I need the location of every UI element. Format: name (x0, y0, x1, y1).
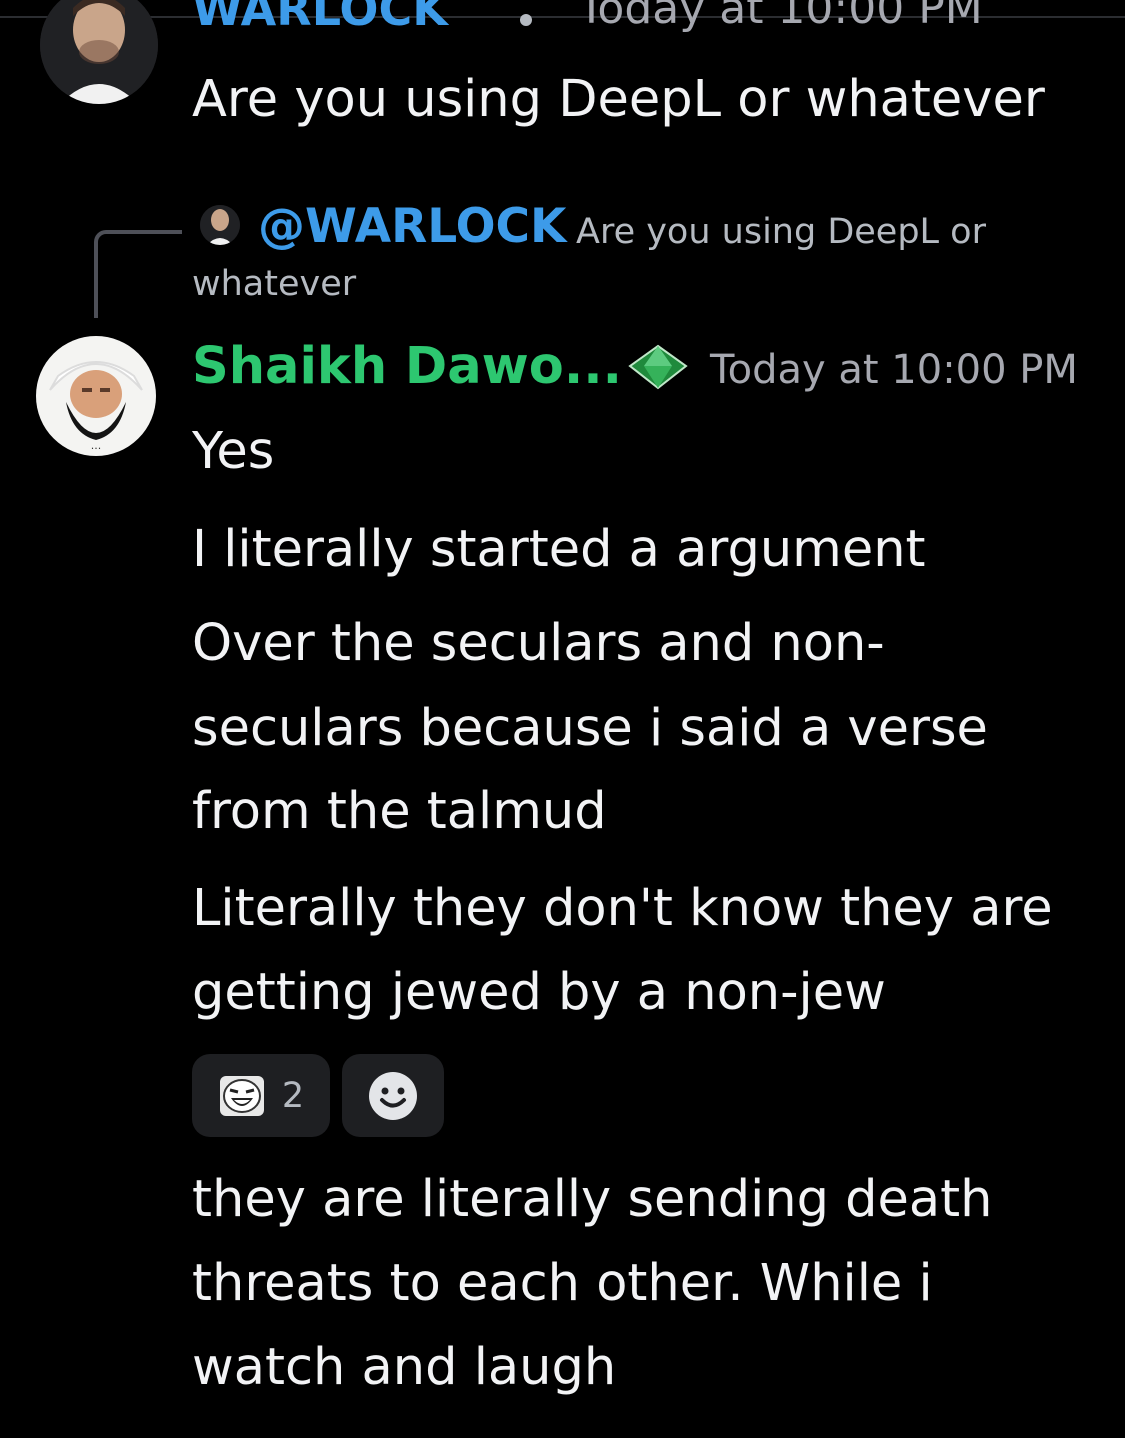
badge-icon (516, 12, 536, 28)
reply-avatar (200, 205, 240, 245)
reaction-laughing[interactable]: 2 (192, 1054, 330, 1137)
message-line: seculars because i said a verse (192, 699, 988, 758)
gem-icon (628, 344, 688, 390)
message-line: I literally started a argument (192, 520, 926, 579)
reply-connector (94, 230, 182, 318)
warlock-avatar[interactable] (40, 0, 158, 104)
add-reaction-icon (368, 1071, 418, 1121)
message-line: Over the seculars and non- (192, 614, 885, 673)
laughing-face-emoji-icon (218, 1074, 266, 1118)
message-timestamp: Today at 10:00 PM (710, 347, 1078, 393)
message-line: watch and laugh (192, 1338, 617, 1397)
message-text: Are you using DeepL or whatever (192, 70, 1045, 129)
message-line: they are literally sending death (192, 1170, 993, 1229)
reply-text-continued[interactable]: whatever (192, 262, 356, 307)
warlock-name[interactable]: WARLOCK (192, 0, 448, 38)
reply-mention[interactable]: @WARLOCK (258, 196, 566, 258)
message-line: getting jewed by a non-jew (192, 963, 886, 1022)
warlock-timestamp: Today at 10:00 PM (578, 0, 983, 34)
svg-text:...: ... (91, 439, 102, 452)
message-line: Yes (192, 422, 275, 481)
author-name[interactable]: Shaikh Dawo... (192, 334, 622, 400)
message-line: threats to each other. While i (192, 1254, 933, 1313)
shaikh-avatar[interactable]: ... (36, 336, 156, 456)
reply-text[interactable]: Are you using DeepL or (576, 210, 986, 255)
add-reaction-button[interactable] (342, 1054, 444, 1137)
message-line: Literally they don't know they are (192, 879, 1053, 938)
reaction-count: 2 (281, 1075, 305, 1116)
message-line: from the talmud (192, 782, 607, 841)
